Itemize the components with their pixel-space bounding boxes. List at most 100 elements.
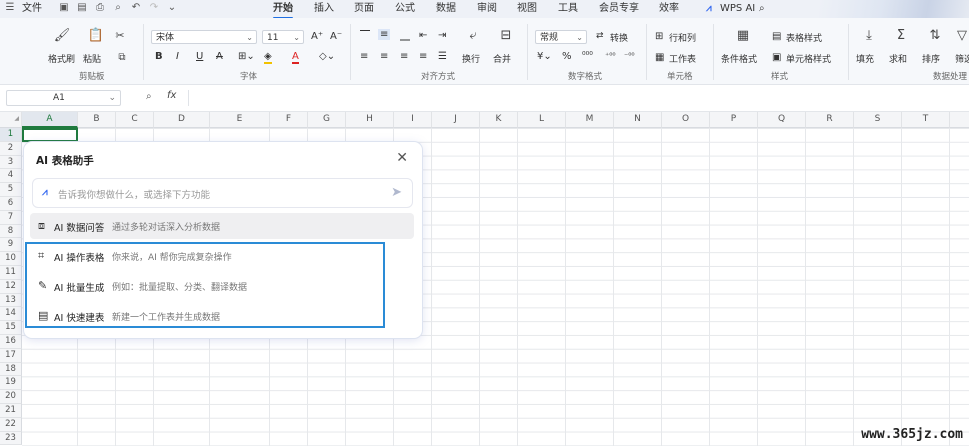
format-painter-button[interactable]: 格式刷 [48, 52, 75, 65]
row-header-10[interactable]: 10 [0, 252, 22, 266]
row-header-5[interactable]: 5 [0, 183, 22, 197]
name-box[interactable]: A1 ⌄ [6, 90, 121, 106]
decrease-font-icon[interactable]: A⁻ [330, 31, 342, 42]
sheet-button[interactable]: 工作表 [669, 52, 696, 65]
row-header-22[interactable]: 22 [0, 417, 22, 432]
column-header-c[interactable]: C [116, 112, 154, 128]
file-menu[interactable]: 文件 [22, 2, 42, 16]
row-header-18[interactable]: 18 [0, 362, 22, 377]
indent-increase-icon[interactable]: ⇥ [438, 30, 446, 41]
wps-ai-button[interactable]: WPS AI [720, 2, 755, 16]
distribute-icon[interactable]: ☰ [438, 51, 447, 62]
justify-icon[interactable]: ≡ [419, 51, 427, 62]
row-header-20[interactable]: 20 [0, 390, 22, 404]
row-header-15[interactable]: 15 [0, 321, 22, 335]
column-header-u[interactable]: U [950, 112, 969, 128]
row-header-9[interactable]: 9 [0, 238, 22, 253]
export-icon[interactable]: ▤ [76, 2, 88, 14]
tab-efficiency[interactable]: 效率 [659, 2, 679, 16]
row-col-button[interactable]: 行和列 [669, 31, 696, 44]
increase-decimal-icon[interactable]: ⁺⁰⁰ [605, 51, 616, 60]
select-all-corner[interactable]: ◢ [0, 112, 22, 128]
redo-icon[interactable]: ↷ [148, 2, 160, 14]
copy-icon[interactable]: ⧉ [113, 50, 131, 66]
align-right-icon[interactable]: ≡ [400, 51, 408, 62]
row-header-4[interactable]: 4 [0, 169, 22, 184]
cell-style-icon[interactable]: ▣ [772, 52, 781, 63]
column-header-n[interactable]: N [614, 112, 662, 128]
tab-data[interactable]: 数据 [436, 2, 456, 16]
column-header-g[interactable]: G [308, 112, 346, 128]
tab-insert[interactable]: 插入 [314, 2, 334, 16]
increase-font-icon[interactable]: A⁺ [311, 31, 323, 42]
chevron-down-icon[interactable]: ⌄ [166, 2, 178, 14]
row-header-1[interactable]: 1 [0, 128, 22, 142]
border-icon[interactable]: ⊞⌄ [238, 51, 255, 62]
column-header-r[interactable]: R [806, 112, 854, 128]
column-header-t[interactable]: T [902, 112, 950, 128]
underline-button[interactable]: U [196, 51, 203, 62]
column-header-j[interactable]: J [432, 112, 480, 128]
undo-icon[interactable]: ↶ [130, 2, 142, 14]
tab-review[interactable]: 审阅 [477, 2, 497, 16]
percent-icon[interactable]: % [562, 51, 572, 62]
paste-button[interactable]: 粘贴 [83, 52, 101, 65]
row-header-12[interactable]: 12 [0, 279, 22, 294]
conditional-format-icon[interactable]: ▦ [733, 28, 753, 44]
row-header-11[interactable]: 11 [0, 266, 22, 280]
sum-button[interactable]: 求和 [889, 52, 907, 65]
filter-icon[interactable]: ▽ [955, 28, 969, 44]
menu-icon[interactable]: ☰ [4, 2, 16, 14]
column-header-d[interactable]: D [154, 112, 210, 128]
row-header-23[interactable]: 23 [0, 431, 22, 446]
tab-member[interactable]: 会员专享 [599, 2, 639, 16]
fill-button[interactable]: 填充 [856, 52, 874, 65]
fill-color-icon[interactable]: ◈ [264, 51, 272, 64]
column-header-i[interactable]: I [394, 112, 432, 128]
selected-cell-a1[interactable] [22, 128, 78, 142]
ai-prompt-input[interactable]: ⩘ 告诉我你想做什么，或选择下方功能 ➤ [32, 178, 413, 208]
format-painter-icon[interactable]: 🖌 [52, 28, 72, 44]
table-style-icon[interactable]: ▤ [772, 31, 781, 42]
align-top-icon[interactable]: ⎺ [360, 30, 370, 41]
fill-icon[interactable]: ⤓ [859, 28, 879, 44]
save-icon[interactable]: ▣ [58, 2, 70, 14]
row-header-2[interactable]: 2 [0, 141, 22, 156]
thousands-icon[interactable]: ⁰⁰⁰ [582, 51, 593, 61]
row-header-13[interactable]: 13 [0, 293, 22, 308]
tab-home[interactable]: 开始 [273, 2, 293, 19]
italic-button[interactable]: I [176, 51, 179, 62]
column-header-o[interactable]: O [662, 112, 710, 128]
wrap-text-icon[interactable]: ⤶ [463, 28, 483, 44]
conditional-format-button[interactable]: 条件格式 [721, 52, 757, 65]
decrease-decimal-icon[interactable]: ⁻⁰⁰ [624, 51, 635, 60]
row-header-14[interactable]: 14 [0, 307, 22, 322]
sort-icon[interactable]: ⇅ [925, 28, 945, 44]
row-header-17[interactable]: 17 [0, 348, 22, 363]
currency-icon[interactable]: ¥⌄ [537, 51, 552, 62]
table-style-button[interactable]: 表格样式 [786, 31, 822, 44]
formula-input[interactable] [192, 90, 962, 106]
fx-icon[interactable]: fx [167, 90, 176, 101]
row-header-6[interactable]: 6 [0, 197, 22, 211]
row-header-21[interactable]: 21 [0, 404, 22, 418]
wrap-text-button[interactable]: 换行 [462, 52, 480, 65]
send-icon[interactable]: ➤ [391, 185, 402, 200]
clear-format-icon[interactable]: ◇⌄ [319, 51, 335, 62]
row-header-7[interactable]: 7 [0, 210, 22, 225]
column-header-h[interactable]: H [346, 112, 394, 128]
tab-formula[interactable]: 公式 [395, 2, 415, 16]
column-header-q[interactable]: Q [758, 112, 806, 128]
row-header-3[interactable]: 3 [0, 155, 22, 170]
convert-button[interactable]: 转换 [610, 31, 628, 44]
cell-style-button[interactable]: 单元格样式 [786, 52, 831, 65]
tab-page[interactable]: 页面 [354, 2, 374, 16]
number-format-select[interactable]: 常规 ⌄ [535, 30, 587, 44]
preview-icon[interactable]: ⌕ [112, 2, 124, 14]
sheet-icon[interactable]: ▦ [655, 52, 664, 63]
merge-cells-icon[interactable]: ⊟ [496, 28, 516, 44]
column-header-b[interactable]: B [78, 112, 116, 128]
align-center-icon[interactable]: ≡ [380, 51, 388, 62]
column-header-s[interactable]: S [854, 112, 902, 128]
column-header-m[interactable]: M [566, 112, 614, 128]
